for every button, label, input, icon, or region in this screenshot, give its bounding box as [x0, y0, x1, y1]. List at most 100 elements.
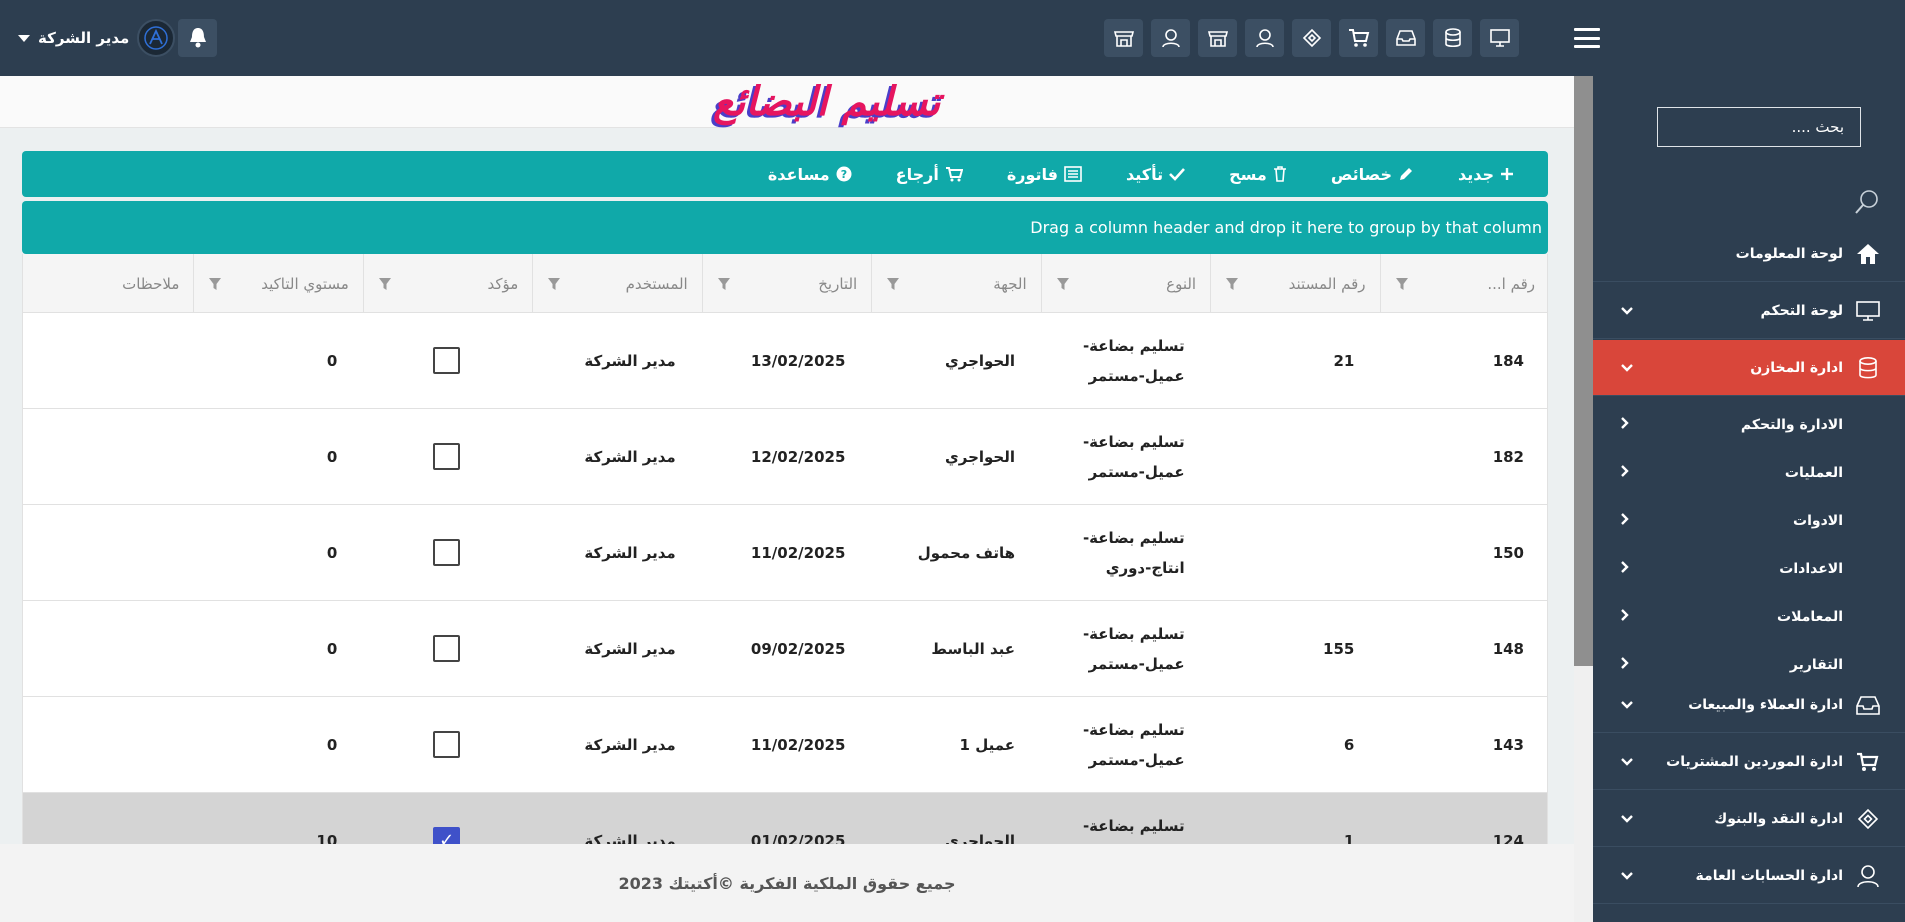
sidebar-subitem-label: التقارير — [1789, 657, 1843, 673]
table-row[interactable]: 184 21 تسليم بضاعة- عميل-مستمر الحواجري 1… — [23, 313, 1547, 409]
table-row[interactable]: 143 6 تسليم بضاعة- عميل-مستمر عميل 1 11/0… — [23, 697, 1547, 793]
cell-notes — [23, 793, 193, 844]
chevron-right-icon — [1621, 609, 1629, 625]
delete-button[interactable]: مسح — [1229, 165, 1287, 184]
inbox-icon — [1395, 30, 1416, 46]
user-icon-button[interactable] — [1151, 19, 1190, 57]
ticket-icon-button[interactable] — [1292, 19, 1331, 57]
user-icon — [1853, 861, 1883, 891]
invoice-button[interactable]: فاتورة — [1007, 165, 1082, 184]
sidebar-subitem-3[interactable]: الاعدادات — [1593, 545, 1905, 593]
cell-party: الحواجري — [945, 351, 1016, 370]
sidebar-subitem-0[interactable]: الادارة والتحكم — [1593, 401, 1905, 449]
group-by-panel[interactable]: Drag a column header and drop it here to… — [22, 201, 1548, 254]
cell-doc-number — [1210, 505, 1380, 600]
sidebar: بحث .... لوحة المعلومات لوحة التحكم ادار… — [1593, 76, 1905, 922]
confirmed-checkbox[interactable] — [433, 539, 461, 566]
table-row[interactable]: 182 تسليم بضاعة- عميل-مستمر الحواجري 12/0… — [23, 409, 1547, 505]
sidebar-subitem-2[interactable]: الادوات — [1593, 497, 1905, 545]
filter-icon[interactable] — [378, 277, 392, 291]
filter-icon[interactable] — [1395, 277, 1409, 291]
sidebar-item-0[interactable]: لوحة المعلومات — [1593, 226, 1905, 282]
menu-toggle-button[interactable] — [1574, 28, 1600, 48]
column-header[interactable]: مؤكد — [362, 254, 532, 313]
table-row[interactable]: 150 تسليم بضاعة- انتاج-دوري هاتف محمول 11… — [23, 505, 1547, 601]
table-row[interactable]: 124 1 تسليم بضاعة-عميل-مستمر الحواجري 01… — [23, 793, 1547, 845]
chevron-down-icon — [1621, 754, 1633, 770]
sidebar-subitem-4[interactable]: المعاملات — [1593, 593, 1905, 641]
database-icon-button[interactable] — [1433, 19, 1472, 57]
inbox-icon-button[interactable] — [1386, 19, 1425, 57]
column-header[interactable]: النوع — [1040, 254, 1210, 313]
column-header[interactable]: التاريخ — [701, 254, 871, 313]
database-icon — [1853, 353, 1883, 383]
sidebar-subitem-5[interactable]: التقارير — [1593, 641, 1905, 689]
sidebar-subitem-1[interactable]: العمليات — [1593, 449, 1905, 497]
cell-doc-number: 1 — [1343, 831, 1355, 845]
chevron-down-icon — [1621, 697, 1633, 713]
filter-icon[interactable] — [886, 277, 900, 291]
confirmed-checkbox[interactable] — [433, 443, 461, 470]
sidebar-item-2[interactable]: ادارة المخازن — [1593, 340, 1905, 396]
filter-icon[interactable] — [717, 277, 731, 291]
sidebar-item-label: لوحة المعلومات — [1735, 245, 1843, 262]
help-button[interactable]: ? مساعدة — [768, 165, 852, 184]
column-header[interactable]: مستوي التاكيد — [193, 254, 362, 313]
trash-icon — [1273, 166, 1286, 182]
cart-icon-button[interactable] — [1339, 19, 1378, 57]
column-header[interactable]: رقم ا... — [1379, 254, 1547, 313]
filter-icon[interactable] — [1225, 277, 1239, 291]
sidebar-item-4[interactable]: ادارة الموردين المشتريات — [1593, 734, 1905, 790]
table-row[interactable]: 148 155 تسليم بضاعة- عميل-مستمر عبد الباس… — [23, 601, 1547, 697]
user-icon-button[interactable] — [1245, 19, 1284, 57]
confirmed-checkbox[interactable] — [433, 347, 461, 374]
store-icon-button[interactable] — [1198, 19, 1237, 57]
notifications-button[interactable] — [178, 19, 217, 57]
cell-confirm-level: 0 — [326, 735, 338, 754]
column-header[interactable]: ملاحظات — [23, 254, 193, 313]
store-icon-button[interactable] — [1104, 19, 1143, 57]
monitor-icon-button[interactable] — [1480, 19, 1519, 57]
cell-type: تسليم بضاعة-عميل-مستمر — [1082, 624, 1185, 673]
cell-notes — [23, 313, 193, 408]
scrollbar-thumb[interactable] — [1574, 76, 1593, 666]
return-button[interactable]: أرجاع — [896, 165, 963, 184]
search-input[interactable]: بحث .... — [1657, 107, 1861, 147]
cell-date: 11/02/2025 — [750, 543, 846, 562]
chevron-down-icon — [1621, 303, 1633, 319]
filter-icon[interactable] — [208, 277, 222, 291]
bell-icon — [189, 28, 206, 48]
cell-confirmed — [362, 313, 531, 408]
sidebar-item-6[interactable]: ادارة الحسابات العامة — [1593, 848, 1905, 904]
cell-id: 184 — [1492, 351, 1524, 370]
caret-down-icon — [18, 34, 30, 42]
column-header[interactable]: رقم المستند — [1210, 254, 1379, 313]
new-button[interactable]: جديد — [1458, 165, 1514, 184]
sidebar-item-label: لوحة التحكم — [1760, 302, 1843, 319]
confirm-button[interactable]: تأكيد — [1126, 165, 1186, 184]
question-circle-icon: ? — [836, 166, 852, 182]
search-button[interactable] — [1854, 189, 1880, 219]
confirmed-checkbox[interactable] — [433, 635, 461, 662]
filter-icon[interactable] — [1056, 277, 1070, 291]
sidebar-subitem-label: الاعدادات — [1779, 561, 1843, 577]
column-header[interactable]: المستخدم — [532, 254, 701, 313]
properties-button[interactable]: خصائص — [1331, 165, 1414, 184]
cell-notes — [23, 505, 193, 600]
sidebar-item-1[interactable]: لوحة التحكم — [1593, 283, 1905, 339]
column-header[interactable]: الجهة — [871, 254, 1040, 313]
search-icon — [1855, 190, 1878, 214]
toolbar: جديد خصائص مسح تأكيد فاتورة أرجاع ? مساع… — [22, 151, 1548, 197]
cell-date: 01/02/2025 — [750, 831, 846, 845]
confirmed-checkbox[interactable]: ✓ — [433, 827, 461, 844]
monitor-icon — [1489, 29, 1510, 47]
avatar[interactable] — [137, 19, 176, 57]
confirmed-checkbox[interactable] — [433, 731, 461, 758]
sidebar-item-label: ادارة النقد والبنوك — [1714, 810, 1843, 827]
chevron-down-icon — [1621, 360, 1633, 376]
user-menu[interactable]: مدير الشركة — [18, 19, 176, 57]
cell-confirmed — [362, 505, 531, 600]
sidebar-item-5[interactable]: ادارة النقد والبنوك — [1593, 791, 1905, 847]
filter-icon[interactable] — [547, 277, 561, 291]
cart-icon — [1853, 747, 1883, 777]
